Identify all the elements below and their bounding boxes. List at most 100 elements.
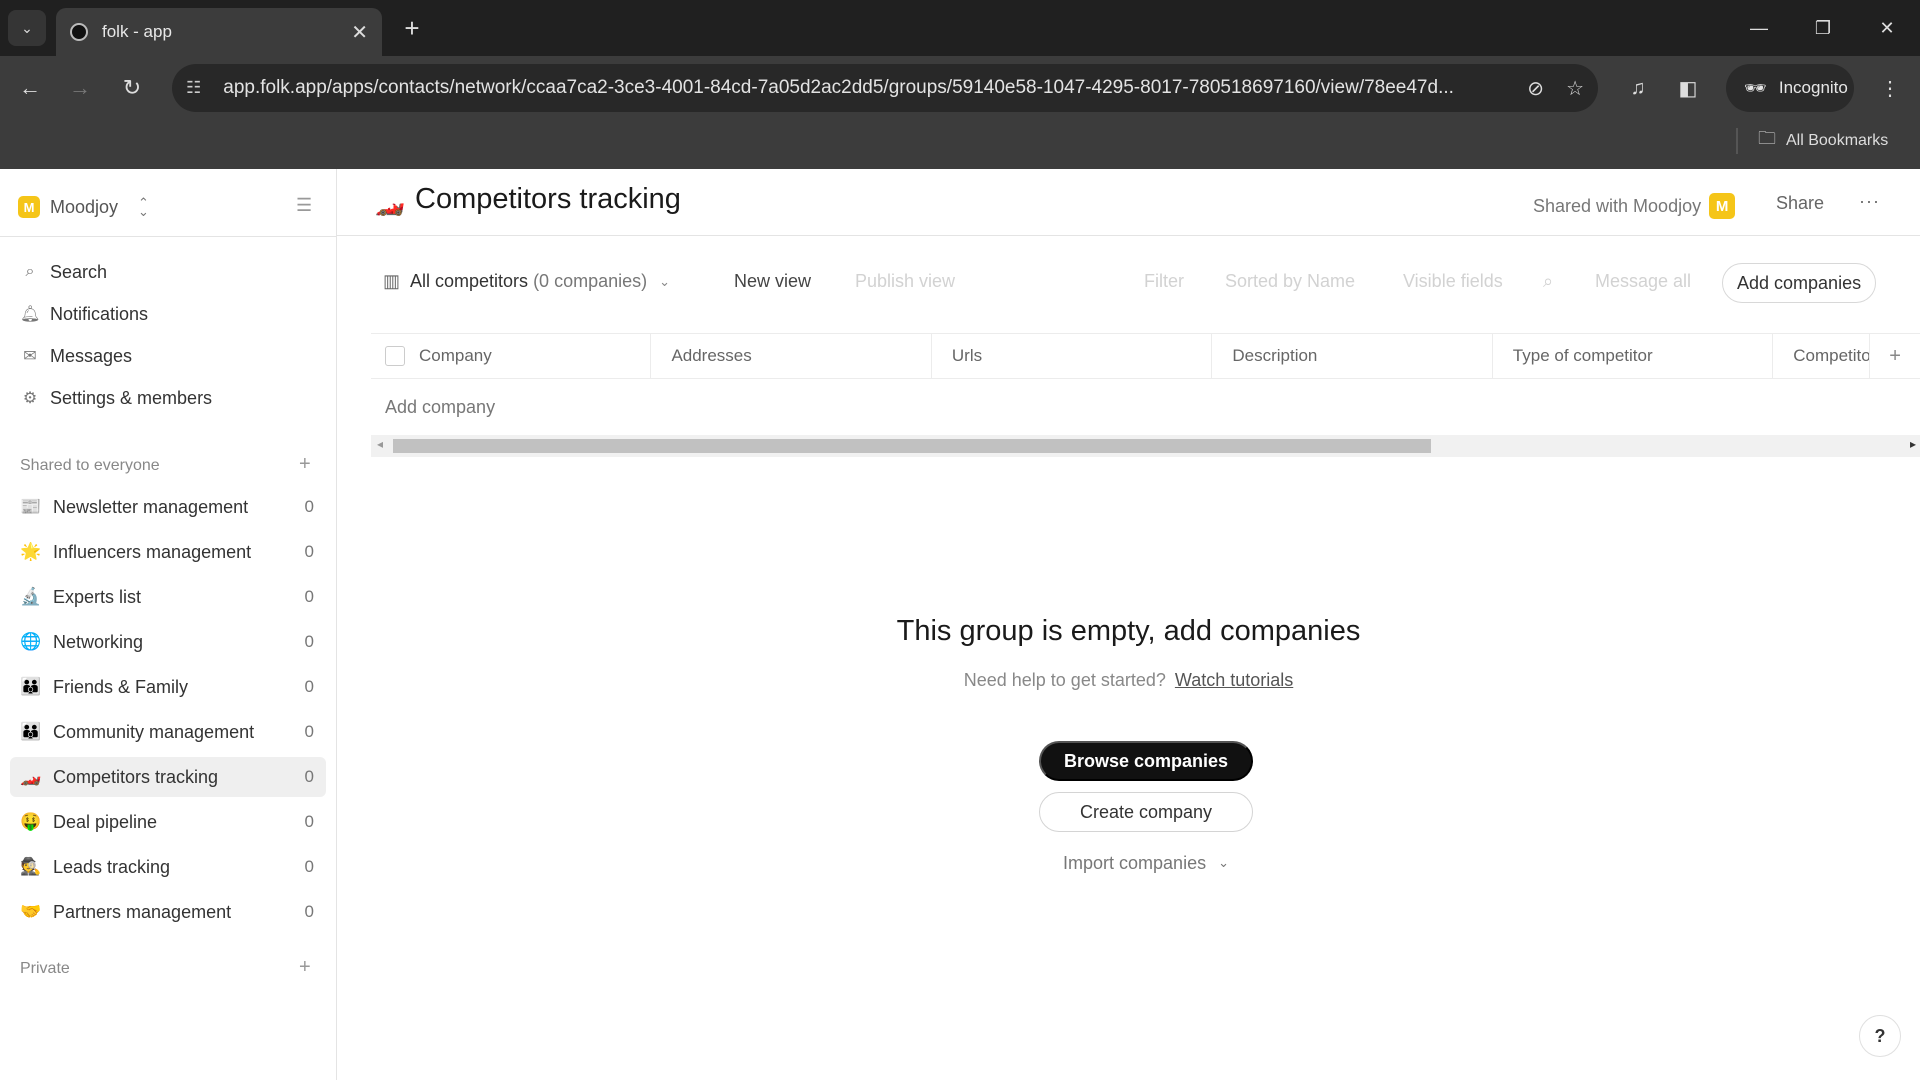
chevron-down-icon: ⌄ (1218, 855, 1229, 870)
publish-view-button[interactable]: Publish view (855, 271, 955, 292)
group-name: Networking (53, 631, 144, 652)
gear-icon: ⚙ (22, 390, 38, 407)
search-icon[interactable]: ⌕ (1543, 271, 1553, 292)
sidebar-group-item[interactable]: 🕵️ Leads tracking 0 (10, 847, 326, 887)
visible-fields-button[interactable]: Visible fields (1403, 271, 1503, 292)
create-company-button[interactable]: Create company (1039, 792, 1253, 832)
sidebar-group-item[interactable]: 🏎️ Competitors tracking 0 (10, 757, 326, 797)
column-label: Type of competitor (1512, 346, 1653, 365)
reload-button[interactable]: ↻ (114, 70, 150, 106)
select-all-checkbox[interactable] (385, 346, 405, 366)
group-emoji-icon: 🕵️ (20, 857, 42, 876)
private-section-label: Private (20, 960, 70, 977)
group-count: 0 (304, 812, 314, 831)
import-companies-button[interactable]: Import companies ⌄ (1039, 843, 1253, 883)
star-icon[interactable]: ☆ (1566, 76, 1584, 101)
site-info-icon[interactable]: ☷ (186, 78, 201, 98)
group-name: Influencers management (53, 541, 252, 562)
bell-icon: 🔔︎ (20, 306, 41, 323)
nav-notifications[interactable]: 🔔︎ Notifications (20, 299, 148, 329)
collapse-sidebar-icon[interactable]: ☰ (296, 195, 312, 216)
message-all-button[interactable]: Message all (1595, 271, 1691, 292)
add-private-group-button[interactable]: + (299, 956, 311, 979)
nav-messages[interactable]: ✉ Messages (20, 341, 132, 371)
incognito-indicator[interactable]: 🕶 Incognito (1726, 64, 1854, 112)
column-header-type-of-competitor[interactable]: Type of competitor (1493, 334, 1774, 378)
scroll-right-arrow-icon[interactable]: ▸ (1910, 437, 1916, 451)
bookmarks-divider (1736, 128, 1738, 154)
folk-app: M Moodjoy ⌃ ⌄ ☰ ⌕ Search 🔔︎ Notifications… (0, 169, 1920, 1080)
all-bookmarks-button[interactable]: 🗀 All Bookmarks (1758, 126, 1888, 156)
bookmarks-label: All Bookmarks (1786, 132, 1889, 149)
nav-settings-members[interactable]: ⚙ Settings & members (20, 383, 212, 413)
sidebar-group-item[interactable]: 🌐 Networking 0 (10, 622, 326, 662)
share-button[interactable]: Share (1776, 193, 1824, 214)
workspace-badge: M (1709, 193, 1736, 219)
nav-search[interactable]: ⌕ Search (20, 257, 108, 287)
group-name: Competitors tracking (53, 766, 219, 787)
column-label: Competito (1793, 346, 1871, 365)
browse-companies-button[interactable]: Browse companies (1039, 741, 1253, 781)
empty-state-title: This group is empty, add companies (896, 615, 1361, 647)
shared-with-indicator[interactable]: Shared with Moodjoy M (1533, 193, 1736, 219)
sidebar-group-item[interactable]: 📰 Newsletter management 0 (10, 487, 326, 527)
column-header-description[interactable]: Description (1212, 334, 1493, 378)
sort-button[interactable]: Sorted by Name (1225, 271, 1355, 292)
media-control-icon[interactable]: ♫ (1620, 70, 1656, 106)
url-text[interactable]: app.folk.app/apps/contacts/network/ccaa7… (223, 77, 1505, 99)
scrollbar-thumb[interactable] (393, 439, 1431, 453)
incognito-icon: 🕶 (1744, 77, 1767, 98)
add-shared-group-button[interactable]: + (299, 453, 311, 476)
sidebar-group-item[interactable]: 🌟 Influencers management 0 (10, 532, 326, 572)
column-header-company[interactable]: Company (371, 334, 652, 378)
chevron-down-icon: ⌄ (21, 19, 33, 36)
tab-search-button[interactable]: ⌄ (8, 10, 46, 46)
add-companies-button[interactable]: Add companies (1722, 263, 1877, 303)
column-label: Company (419, 346, 492, 365)
group-emoji-icon: 🌟 (20, 542, 42, 561)
folk-favicon-icon (70, 23, 88, 41)
sidebar-group-item[interactable]: 👪 Community management 0 (10, 712, 326, 752)
add-company-row[interactable]: Add company (385, 397, 495, 418)
horizontal-scrollbar[interactable]: ◂ ▸ (371, 435, 1920, 457)
filter-button[interactable]: Filter (1144, 271, 1184, 292)
sidebar-group-item[interactable]: 🔬 Experts list 0 (10, 577, 326, 617)
minimize-button[interactable]: — (1736, 8, 1782, 48)
column-header-competitor[interactable]: Competito (1773, 334, 1871, 378)
sidebar-group-item[interactable]: 🤝 Partners management 0 (10, 892, 326, 932)
add-column-button[interactable]: + (1870, 334, 1920, 378)
close-window-button[interactable]: ✕ (1864, 8, 1910, 48)
page-title: Competitors tracking (415, 183, 681, 215)
restore-button[interactable]: ❐ (1800, 8, 1846, 48)
group-count: 0 (304, 677, 314, 696)
new-view-button[interactable]: New view (734, 271, 811, 292)
view-selector[interactable]: ▥ All competitors (0 companies) ⌄ (383, 271, 670, 292)
import-label: Import companies (1063, 852, 1207, 873)
watch-tutorials-link[interactable]: Watch tutorials (1175, 670, 1293, 690)
folder-icon: 🗀 (1758, 128, 1776, 148)
browser-tab[interactable]: folk - app ✕ (56, 8, 382, 56)
column-header-addresses[interactable]: Addresses (651, 334, 932, 378)
side-panel-icon[interactable]: ◧ (1670, 70, 1706, 106)
forward-button[interactable]: → (62, 70, 98, 106)
group-name: Experts list (53, 586, 142, 607)
sidebar-group-item[interactable]: 👪 Friends & Family 0 (10, 667, 326, 707)
group-emoji-icon: 🏎️ (20, 767, 42, 786)
back-button[interactable]: ← (12, 70, 48, 106)
sidebar-group-item[interactable]: 🤑 Deal pipeline 0 (10, 802, 326, 842)
new-tab-button[interactable]: + (396, 12, 428, 44)
scroll-left-arrow-icon[interactable]: ◂ (377, 437, 383, 451)
group-count: 0 (304, 587, 314, 606)
race-car-icon: 🏎️ (375, 190, 405, 217)
browser-menu-icon[interactable]: ⋮ (1872, 70, 1908, 106)
close-tab-icon[interactable]: ✕ (351, 20, 368, 45)
more-options-icon[interactable]: ··· (1859, 191, 1880, 212)
group-emoji-icon: 🔬 (20, 587, 42, 606)
group-emoji-icon: 🤑 (20, 812, 42, 831)
eye-off-icon[interactable]: ⊘ (1527, 76, 1544, 101)
address-bar[interactable]: ☷ app.folk.app/apps/contacts/network/cca… (172, 64, 1598, 112)
column-header-urls[interactable]: Urls (932, 334, 1213, 378)
help-button[interactable]: ? (1859, 1015, 1901, 1057)
table-icon: ▥ (383, 271, 401, 291)
workspace-switcher[interactable]: M Moodjoy ⌃ ⌄ (18, 193, 149, 221)
